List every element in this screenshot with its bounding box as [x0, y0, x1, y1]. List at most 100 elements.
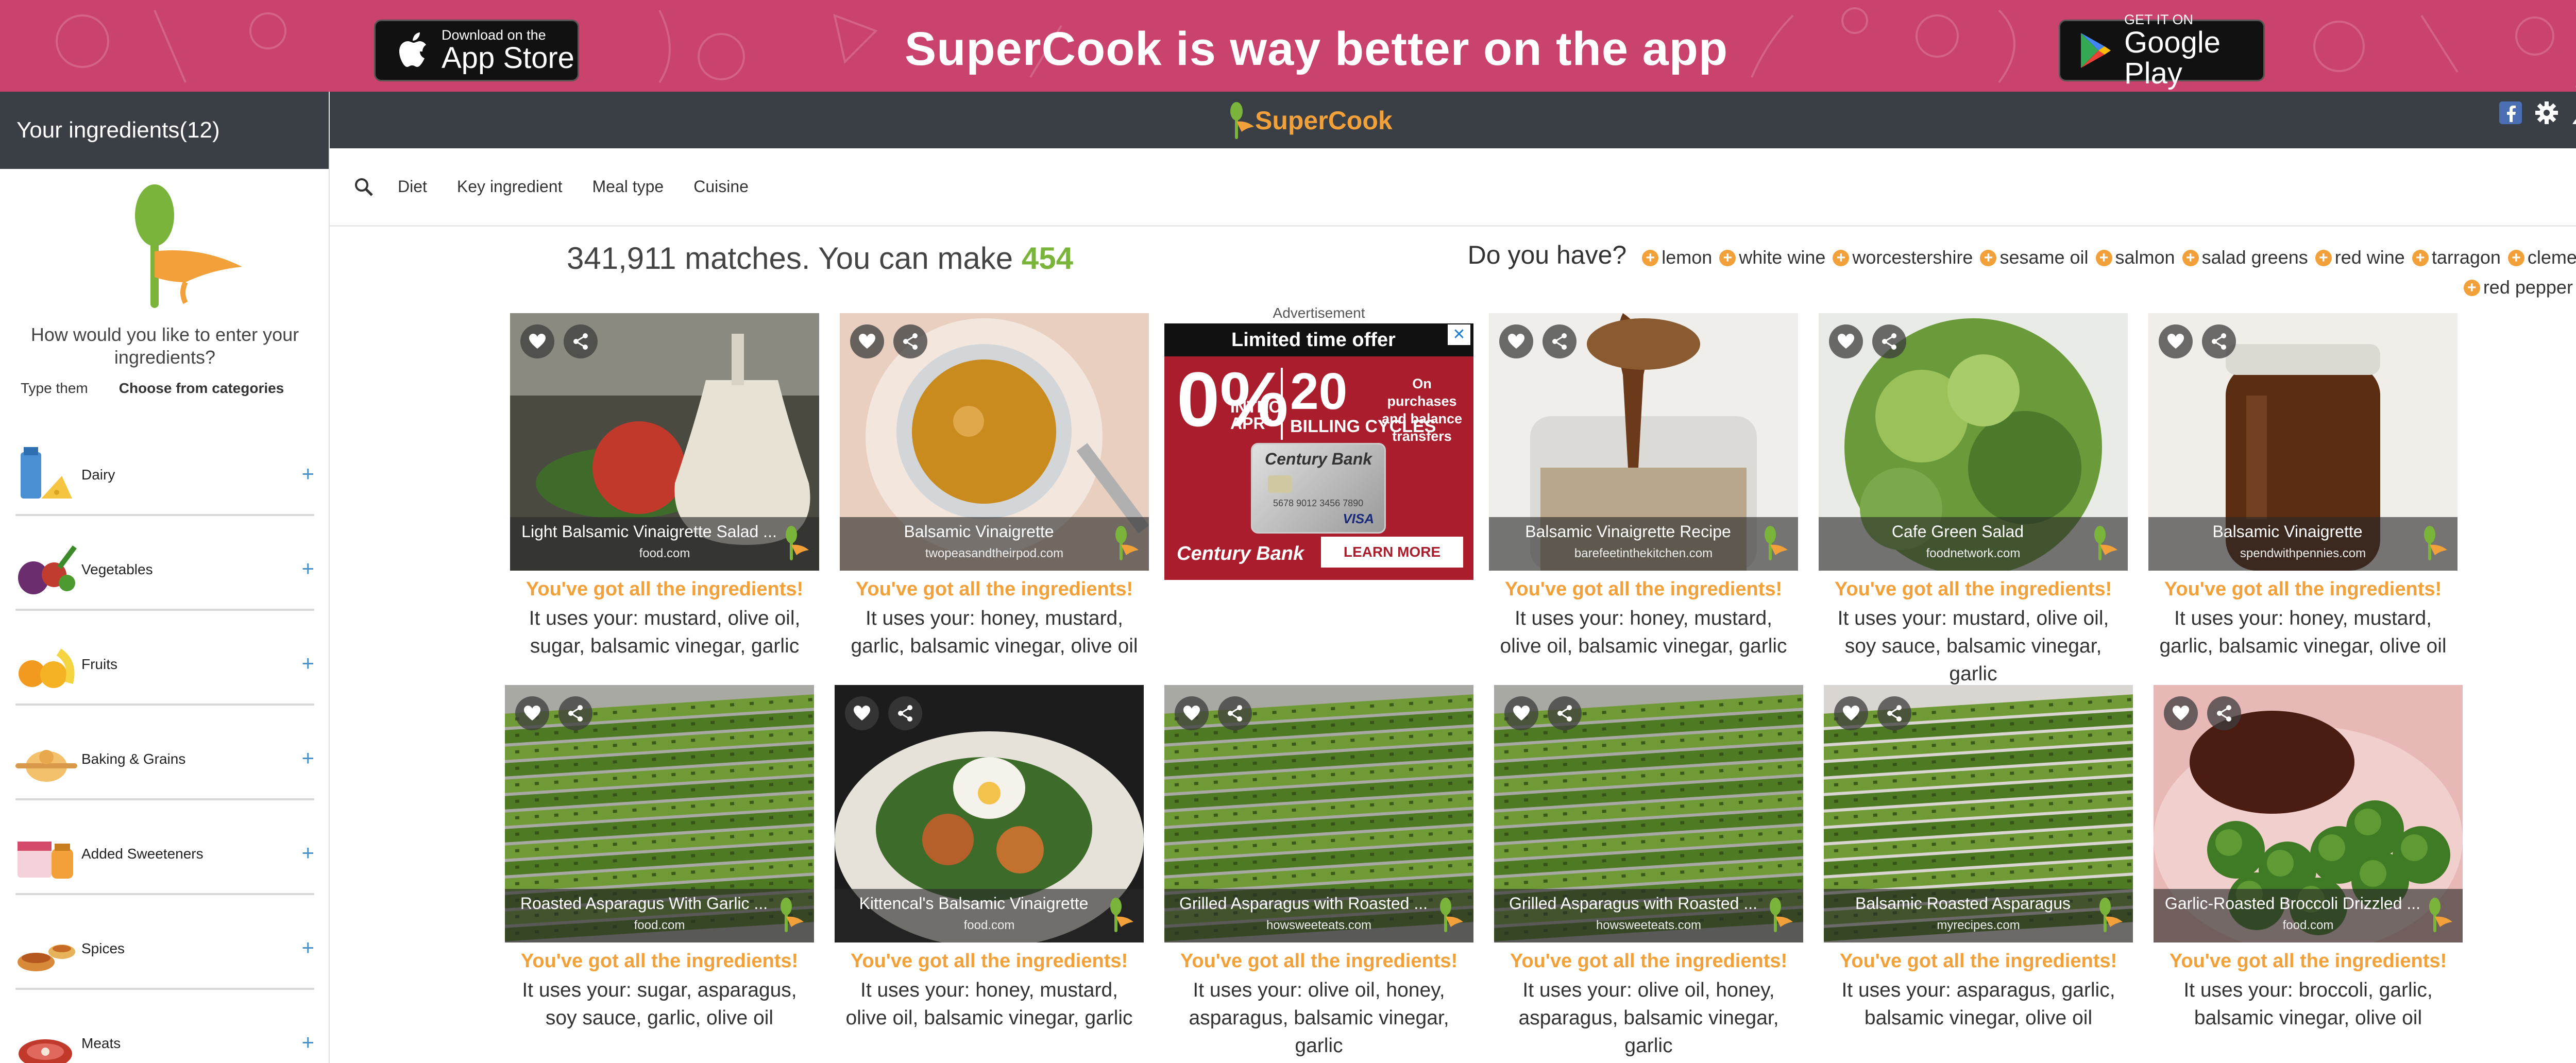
- recipe-image[interactable]: Grilled Asparagus with Roasted ... howswe…: [1164, 685, 1473, 942]
- ad-learn-more-button[interactable]: LEARN MORE: [1321, 537, 1463, 568]
- add-plus-icon[interactable]: +: [1833, 250, 1850, 266]
- category-dairy[interactable]: Dairy +: [15, 421, 314, 516]
- recipe-card[interactable]: Balsamic Roasted Asparagus myrecipes.com Y…: [1824, 685, 2133, 1032]
- recipe-image[interactable]: Garlic-Roasted Broccoli Drizzled ... food…: [2154, 685, 2463, 942]
- suggestion-chip[interactable]: + white wine: [1719, 243, 1825, 272]
- recipe-title[interactable]: Balsamic Vinaigrette: [2148, 517, 2458, 546]
- recipe-card[interactable]: Balsamic Vinaigrette spendwithpennies.com…: [2148, 313, 2458, 660]
- recipe-title[interactable]: Cafe Green Salad: [1819, 517, 2128, 546]
- recipe-image[interactable]: Balsamic Vinaigrette twopeasandtheirpod.c…: [840, 313, 1149, 571]
- suggestion-chip[interactable]: + worcestershire: [1833, 243, 1973, 272]
- recipe-title[interactable]: Balsamic Vinaigrette Recipe: [1489, 517, 1798, 546]
- recipe-title[interactable]: Kittencal's Balsamic Vinaigrette: [835, 889, 1144, 918]
- share-icon[interactable]: [1877, 696, 1911, 730]
- recipe-card[interactable]: Balsamic Vinaigrette Recipe barefeetinthe…: [1489, 313, 1798, 660]
- share-icon[interactable]: [1543, 324, 1577, 358]
- category-spices[interactable]: Spices +: [15, 895, 314, 990]
- add-plus-icon[interactable]: +: [1642, 250, 1659, 266]
- share-icon[interactable]: [564, 324, 598, 358]
- category-added-sweeteners[interactable]: Added Sweeteners +: [15, 800, 314, 895]
- share-icon[interactable]: [1872, 324, 1906, 358]
- recipe-card[interactable]: Grilled Asparagus with Roasted ... howswe…: [1494, 685, 1803, 1060]
- add-plus-icon[interactable]: +: [2095, 250, 2112, 266]
- recipe-card[interactable]: Light Balsamic Vinaigrette Salad ... food…: [510, 313, 819, 660]
- recipe-card[interactable]: Cafe Green Salad foodnetwork.com You've go…: [1819, 313, 2128, 688]
- category-fruits[interactable]: Fruits +: [15, 611, 314, 706]
- recipe-image[interactable]: Kittencal's Balsamic Vinaigrette food.com: [835, 685, 1144, 942]
- suggestion-chip[interactable]: +red pepper flake: [2463, 272, 2576, 302]
- search-icon[interactable]: [353, 177, 374, 197]
- recipe-image[interactable]: Cafe Green Salad foodnetwork.com: [1819, 313, 2128, 571]
- recipe-title[interactable]: Grilled Asparagus with Roasted ...: [1494, 889, 1803, 918]
- your-ingredients-header[interactable]: Your ingredients(12): [0, 92, 329, 169]
- tab-type-them[interactable]: Type them: [21, 380, 88, 397]
- heart-icon[interactable]: [2159, 324, 2193, 358]
- add-plus-icon[interactable]: +: [2315, 250, 2332, 266]
- category-meats[interactable]: Meats +: [15, 990, 314, 1063]
- ad-close-icon[interactable]: ✕: [1448, 324, 1470, 345]
- advertisement-banner[interactable]: Limited time offer ✕ 0% INTRO APR* 20 BI…: [1164, 323, 1473, 580]
- add-plus-icon[interactable]: +: [2507, 250, 2524, 266]
- add-plus-icon[interactable]: +: [2182, 250, 2199, 266]
- heart-icon[interactable]: [1829, 324, 1863, 358]
- recipe-title[interactable]: Balsamic Roasted Asparagus: [1824, 889, 2133, 918]
- share-icon[interactable]: [558, 696, 592, 730]
- user-icon[interactable]: [2569, 99, 2576, 127]
- recipe-title[interactable]: Garlic-Roasted Broccoli Drizzled ...: [2154, 889, 2463, 918]
- app-store-button[interactable]: Download on the App Store: [374, 20, 579, 81]
- heart-icon[interactable]: [1499, 324, 1533, 358]
- heart-icon[interactable]: [850, 324, 884, 358]
- expand-plus-icon[interactable]: +: [301, 746, 314, 770]
- recipe-title[interactable]: Light Balsamic Vinaigrette Salad ...: [510, 517, 819, 546]
- recipe-card[interactable]: Balsamic Vinaigrette twopeasandtheirpod.c…: [840, 313, 1149, 660]
- recipe-image[interactable]: Balsamic Vinaigrette spendwithpennies.com: [2148, 313, 2458, 571]
- suggestion-chip[interactable]: + red wine: [2315, 243, 2405, 272]
- expand-plus-icon[interactable]: +: [301, 841, 314, 865]
- share-icon[interactable]: [888, 696, 922, 730]
- expand-plus-icon[interactable]: +: [301, 1030, 314, 1055]
- suggestion-chip[interactable]: + salad greens: [2182, 243, 2308, 272]
- heart-icon[interactable]: [1175, 696, 1209, 730]
- supercook-logo[interactable]: SuperCook: [1226, 101, 1393, 140]
- recipe-card[interactable]: Roasted Asparagus With Garlic ... food.co…: [505, 685, 814, 1032]
- recipe-image[interactable]: Grilled Asparagus with Roasted ... howswe…: [1494, 685, 1803, 942]
- expand-plus-icon[interactable]: +: [301, 651, 314, 676]
- share-icon[interactable]: [1548, 696, 1582, 730]
- recipe-title[interactable]: Grilled Asparagus with Roasted ...: [1164, 889, 1473, 918]
- recipe-image[interactable]: Balsamic Roasted Asparagus myrecipes.com: [1824, 685, 2133, 942]
- google-play-button[interactable]: GET IT ON Google Play: [2059, 12, 2265, 89]
- heart-icon[interactable]: [1834, 696, 1868, 730]
- suggestion-chip[interactable]: + lemon: [1642, 243, 1712, 272]
- add-plus-icon[interactable]: +: [2463, 280, 2480, 296]
- suggestion-chip[interactable]: + tarragon: [2412, 243, 2501, 272]
- filter-diet[interactable]: Diet: [398, 177, 427, 196]
- expand-plus-icon[interactable]: +: [301, 935, 314, 960]
- recipe-card[interactable]: Kittencal's Balsamic Vinaigrette food.com…: [835, 685, 1144, 1032]
- expand-plus-icon[interactable]: +: [301, 461, 314, 486]
- recipe-title[interactable]: Balsamic Vinaigrette: [840, 517, 1149, 546]
- recipe-card[interactable]: Grilled Asparagus with Roasted ... howswe…: [1164, 685, 1473, 1060]
- share-icon[interactable]: [1218, 696, 1252, 730]
- suggestion-chip[interactable]: + sesame oil: [1980, 243, 2089, 272]
- share-icon[interactable]: [2202, 324, 2236, 358]
- heart-icon[interactable]: [520, 324, 554, 358]
- heart-icon[interactable]: [515, 696, 549, 730]
- recipe-card[interactable]: Garlic-Roasted Broccoli Drizzled ... food…: [2154, 685, 2463, 1032]
- recipe-image[interactable]: Roasted Asparagus With Garlic ... food.co…: [505, 685, 814, 942]
- suggestion-chip[interactable]: + salmon: [2095, 243, 2175, 272]
- category-baking-grains[interactable]: Baking & Grains +: [15, 706, 314, 800]
- recipe-image[interactable]: Balsamic Vinaigrette Recipe barefeetinthe…: [1489, 313, 1798, 571]
- suggestion-chip[interactable]: +clementine: [2507, 243, 2576, 272]
- add-plus-icon[interactable]: +: [1980, 250, 1997, 266]
- add-plus-icon[interactable]: +: [2412, 250, 2429, 266]
- gear-icon[interactable]: [2533, 99, 2561, 127]
- filter-cuisine[interactable]: Cuisine: [693, 177, 749, 196]
- filter-meal-type[interactable]: Meal type: [592, 177, 664, 196]
- filter-key-ingredient[interactable]: Key ingredient: [457, 177, 563, 196]
- share-icon[interactable]: [2207, 696, 2241, 730]
- heart-icon[interactable]: [2164, 696, 2198, 730]
- expand-plus-icon[interactable]: +: [301, 556, 314, 581]
- facebook-icon[interactable]: [2497, 99, 2524, 127]
- tab-choose-categories[interactable]: Choose from categories: [119, 380, 284, 397]
- share-icon[interactable]: [893, 324, 927, 358]
